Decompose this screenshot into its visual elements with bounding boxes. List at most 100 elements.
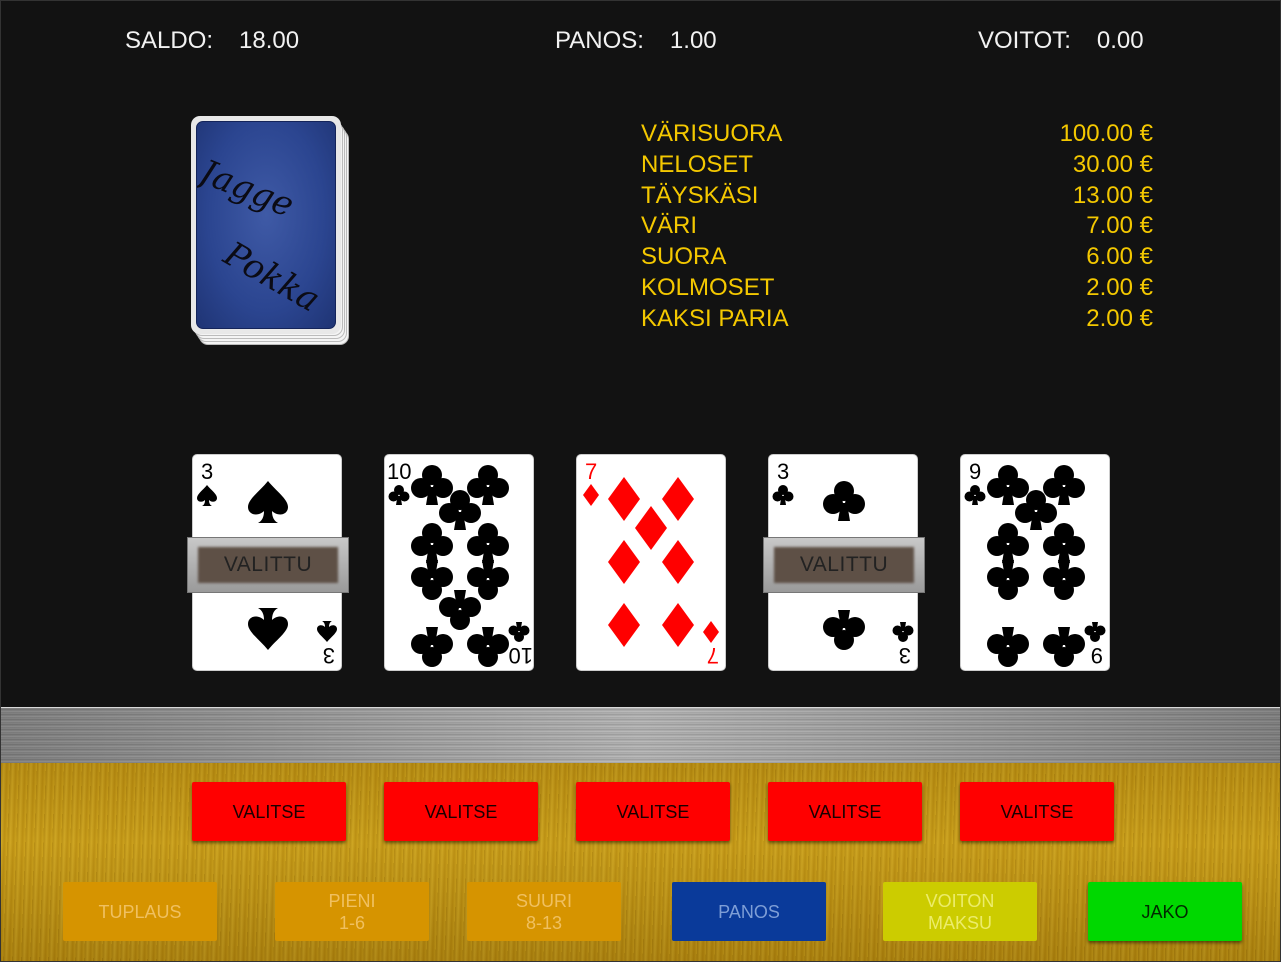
balance-value: 18.00 (239, 27, 300, 54)
spade-icon (197, 485, 217, 506)
collect-label-2: MAKSU (927, 912, 992, 933)
hand-payout: 30.00 € (1072, 150, 1153, 178)
deck-logo-text-2: Pokka (217, 234, 327, 321)
club-icon (388, 485, 410, 505)
club-icon (1043, 560, 1085, 600)
double-up-button[interactable]: TUPLAUS (63, 882, 217, 941)
select-button-label: VALITSE (808, 801, 882, 822)
game-screen: SALDO: 18.00 PANOS: 1.00 VOITOT: 0.00 Jagge… (0, 0, 1281, 962)
paytable-row: VÄRI 7.00 € (641, 212, 1153, 243)
deal-button[interactable]: JAKO (1088, 882, 1242, 941)
spade-icon (248, 481, 288, 523)
hand-payout: 2.00 € (1086, 273, 1153, 301)
spade-icon (248, 608, 288, 650)
club-icon (411, 465, 453, 505)
playing-card-5[interactable]: 99 (960, 454, 1110, 671)
big-bet-button[interactable]: SUURI 8-13 (467, 882, 621, 941)
club-icon (1043, 627, 1085, 667)
club-icon (439, 590, 481, 630)
club-icon (987, 560, 1029, 600)
select-card-1-button[interactable]: VALITSE (192, 782, 346, 841)
card-rank-bottom: 10 (509, 643, 533, 668)
paytable-row: TÄYSKÄSI 13.00 € (641, 182, 1153, 213)
select-card-3-button[interactable]: VALITSE (576, 782, 730, 841)
paytable: VÄRISUORA 100.00 € NELOSET 30.00 € TÄYSKÄS… (641, 120, 1153, 336)
card-face: 99 (964, 459, 1106, 668)
hand-name: TÄYSKÄSI (641, 181, 759, 209)
deck-top-card: Jagge Pokka (191, 116, 341, 334)
big-bet-range: 8-13 (525, 912, 563, 933)
hand-name: VÄRISUORA (641, 120, 783, 147)
select-card-5-button[interactable]: VALITSE (960, 782, 1114, 841)
diamond-icon (703, 621, 719, 643)
hand-payout: 13.00 € (1072, 181, 1153, 209)
card-rank-top: 3 (777, 459, 789, 484)
club-icon (1084, 622, 1106, 642)
held-label: VALITTU (799, 553, 889, 576)
club-icon (987, 627, 1029, 667)
playing-card-2[interactable]: 10 10 (384, 454, 534, 671)
deck-logo-text-1: Jagge (196, 152, 300, 226)
paytable-row: SUORA 6.00 € (641, 243, 1153, 274)
hand-payout: 6.00 € (1086, 243, 1153, 271)
bet-display: PANOS: 1.00 (555, 27, 717, 55)
diamond-icon (583, 484, 599, 506)
card-rank-bottom: 3 (323, 643, 335, 668)
held-label: VALITTU (223, 553, 313, 576)
club-icon (987, 465, 1029, 505)
diamond-icon (635, 506, 667, 550)
select-button-label: VALITSE (1000, 801, 1074, 822)
hand-name: SUORA (641, 243, 727, 271)
club-icon (1043, 465, 1085, 505)
club-icon (508, 622, 530, 642)
bet-button-label: PANOS (718, 901, 780, 922)
club-icon (823, 481, 865, 521)
diamond-icon (662, 540, 694, 584)
collect-winnings-button[interactable]: VOITON MAKSU (883, 882, 1037, 941)
bet-label: PANOS: (555, 27, 644, 54)
playing-card-1[interactable]: 3 3 VALITTU (187, 454, 349, 671)
paytable-row: VÄRISUORA 100.00 € (641, 120, 1153, 151)
club-icon (987, 523, 1029, 563)
club-icon (467, 523, 509, 563)
small-bet-range: 1-6 (338, 912, 365, 933)
club-icon (892, 622, 914, 642)
playing-card-3[interactable]: 77 (576, 454, 726, 671)
card-rank-bottom: 9 (1091, 643, 1103, 668)
select-button-label: VALITSE (232, 801, 306, 822)
card-rank-top: 7 (585, 459, 597, 484)
club-icon (964, 485, 986, 505)
balance-display: SALDO: 18.00 (125, 27, 299, 55)
diamond-icon (608, 603, 640, 647)
select-button-label: VALITSE (424, 801, 498, 822)
held-indicator: VALITTU (763, 537, 925, 593)
card-back-logo: Jagge Pokka (196, 121, 336, 329)
card-rank-top: 9 (969, 459, 981, 484)
card-rank-bottom: 7 (707, 643, 719, 668)
paytable-row: KOLMOSET 2.00 € (641, 274, 1153, 305)
card-face: 77 (583, 459, 719, 668)
paytable-row: KAKSI PARIA 2.00 € (641, 305, 1153, 336)
club-icon (411, 560, 453, 600)
deal-button-label: JAKO (1141, 901, 1189, 922)
small-bet-label: PIENI (328, 890, 376, 911)
small-bet-button[interactable]: PIENI 1-6 (275, 882, 429, 941)
club-icon (823, 610, 865, 650)
paytable-row: NELOSET 30.00 € (641, 151, 1153, 182)
hand-payout: 7.00 € (1086, 212, 1153, 240)
hand-name: KAKSI PARIA (641, 304, 789, 332)
select-card-2-button[interactable]: VALITSE (384, 782, 538, 841)
winnings-value: 0.00 (1096, 27, 1144, 54)
spade-icon (317, 621, 337, 642)
playing-card-4[interactable]: 3 3 VALITTU (763, 454, 925, 671)
bet-value: 1.00 (669, 27, 717, 54)
hand-payout: 2.00 € (1086, 304, 1153, 332)
diamond-icon (662, 603, 694, 647)
select-card-4-button[interactable]: VALITSE (768, 782, 922, 841)
bet-button[interactable]: PANOS (672, 882, 826, 941)
collect-label-1: VOITON (925, 890, 995, 911)
card-face: 10 10 (387, 459, 533, 668)
card-rank-top: 10 (387, 459, 411, 484)
club-icon (467, 627, 509, 667)
select-button-label: VALITSE (616, 801, 690, 822)
